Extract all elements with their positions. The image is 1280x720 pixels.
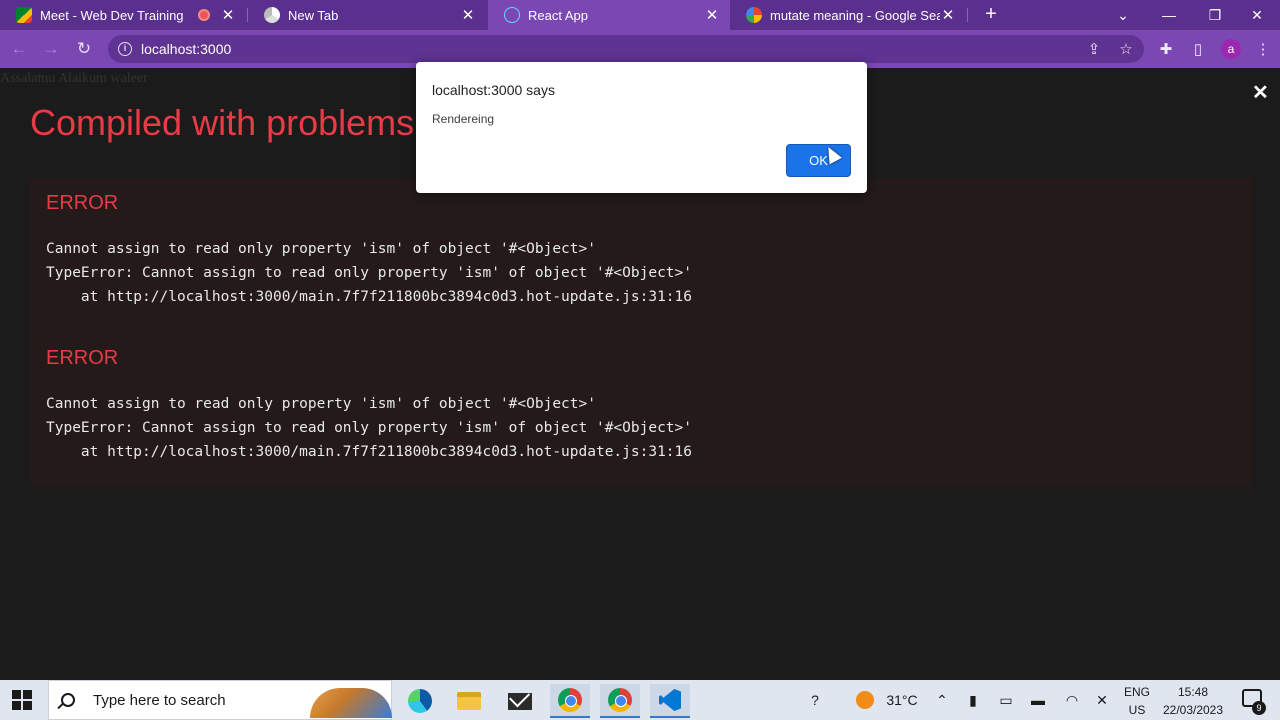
error-list: ERROR Cannot assign to read only propert… [30,178,1252,486]
windows-logo-icon [23,690,32,699]
language-code: ENG [1123,685,1150,699]
taskbar-chrome-profile[interactable] [600,684,640,718]
windows-logo-icon [12,701,21,710]
minimize-button[interactable]: — [1146,0,1192,30]
error-item: ERROR Cannot assign to read only propert… [46,347,692,464]
battery-icon[interactable]: ▬ [1028,680,1048,720]
url-text: localhost:3000 [141,41,232,57]
react-icon [504,7,520,23]
language-indicator[interactable]: ENG US [1120,683,1154,719]
tab-close-icon[interactable]: ✕ [460,6,476,24]
back-button[interactable]: ← [6,36,32,62]
tab-divider [967,8,968,22]
tab-search-dropdown-icon[interactable]: ⌄ [1100,0,1146,30]
chrome-icon [264,7,280,23]
error-stack-trace: Cannot assign to read only property 'ism… [46,396,693,460]
chrome-icon [558,688,582,712]
windows-taskbar: Type here to search ? 31°C ⌃ ▮ ▭ ▬ ◠ ✕ E… [0,680,1280,720]
tab-new-tab[interactable]: New Tab ✕ [248,0,486,30]
google-icon [746,7,762,23]
notification-count-badge: 9 [1252,701,1266,715]
start-button[interactable] [12,690,32,710]
tab-title: mutate meaning - Google Search [770,7,940,23]
tab-meet[interactable]: Meet - Web Dev Training ✕ [0,0,246,30]
tab-react-app[interactable]: React App ✕ [488,0,730,30]
clock-time: 15:48 [1177,685,1209,699]
mail-icon [508,692,532,710]
wifi-icon[interactable]: ◠ [1062,680,1082,720]
forward-button[interactable]: → [38,36,64,62]
close-window-button[interactable]: ✕ [1234,0,1280,30]
taskbar-mail[interactable] [500,684,540,718]
google-meet-icon [16,7,32,23]
browser-tab-strip: Meet - Web Dev Training ✕ New Tab ✕ Reac… [0,0,1280,30]
tab-title: New Tab [288,7,339,23]
new-tab-button[interactable]: + [980,3,1002,25]
site-info-icon[interactable]: i [118,42,132,56]
error-overlay-title: Compiled with problems: [30,102,425,143]
windows-logo-icon [23,701,32,710]
taskbar-vscode[interactable] [650,684,690,718]
clock-date: 22/03/2023 [1162,703,1224,717]
edge-icon [408,689,432,713]
profile-avatar[interactable]: a [1221,39,1241,59]
bookmark-star-icon[interactable]: ☆ [1116,39,1136,59]
taskbar-edge[interactable] [400,684,440,718]
alert-dialog: localhost:3000 says Rendereing OK [416,62,867,193]
reload-button[interactable]: ↻ [71,36,97,62]
windows-logo-icon [12,690,21,699]
close-overlay-icon[interactable]: ✕ [1252,80,1269,105]
share-icon[interactable]: ⇪ [1084,39,1104,59]
taskbar-file-explorer[interactable] [449,684,489,718]
chrome-profile-icon [608,688,632,712]
search-placeholder: Type here to search [93,691,226,709]
error-stack-trace: Cannot assign to read only property 'ism… [46,241,693,305]
side-panel-icon[interactable]: ▯ [1188,39,1208,59]
taskbar-chrome[interactable] [550,684,590,718]
tab-title: React App [528,7,588,23]
error-heading: ERROR [46,347,119,369]
alert-message: Rendereing [432,112,495,126]
alert-title: localhost:3000 says [432,82,555,98]
tab-google-search[interactable]: mutate meaning - Google Search ✕ [730,0,966,30]
weather-widget[interactable] [854,680,876,720]
weather-temperature[interactable]: 31°C [882,680,922,720]
volume-muted-icon[interactable]: ✕ [1092,680,1112,720]
recording-indicator-icon [198,9,210,21]
keyboard-layout: US [1128,703,1146,717]
microphone-icon[interactable]: ▮ [964,680,982,720]
address-bar[interactable]: i localhost:3000 [108,35,1144,63]
file-explorer-icon [457,692,481,710]
display-icon[interactable]: ▭ [996,680,1016,720]
clock[interactable]: 15:48 22/03/2023 [1156,683,1230,719]
tab-close-icon[interactable]: ✕ [220,6,236,24]
tab-close-icon[interactable]: ✕ [940,6,956,24]
tab-title: Meet - Web Dev Training [40,7,184,23]
extensions-icon[interactable]: ✚ [1156,39,1176,59]
weather-sun-icon [856,691,874,709]
restore-button[interactable]: ❐ [1192,0,1238,30]
search-icon [61,693,75,707]
help-icon[interactable]: ? [802,680,828,720]
menu-kebab-icon[interactable]: ⋮ [1253,39,1273,59]
tab-close-icon[interactable]: ✕ [704,6,720,24]
error-heading: ERROR [46,192,119,214]
page-underlying-text: Assalamu Alaikum waleer [0,71,148,86]
show-hidden-icons-chevron-icon[interactable]: ⌃ [932,680,952,720]
ok-button[interactable]: OK [786,144,851,177]
vscode-icon [659,689,681,711]
error-item: ERROR Cannot assign to read only propert… [46,192,692,309]
